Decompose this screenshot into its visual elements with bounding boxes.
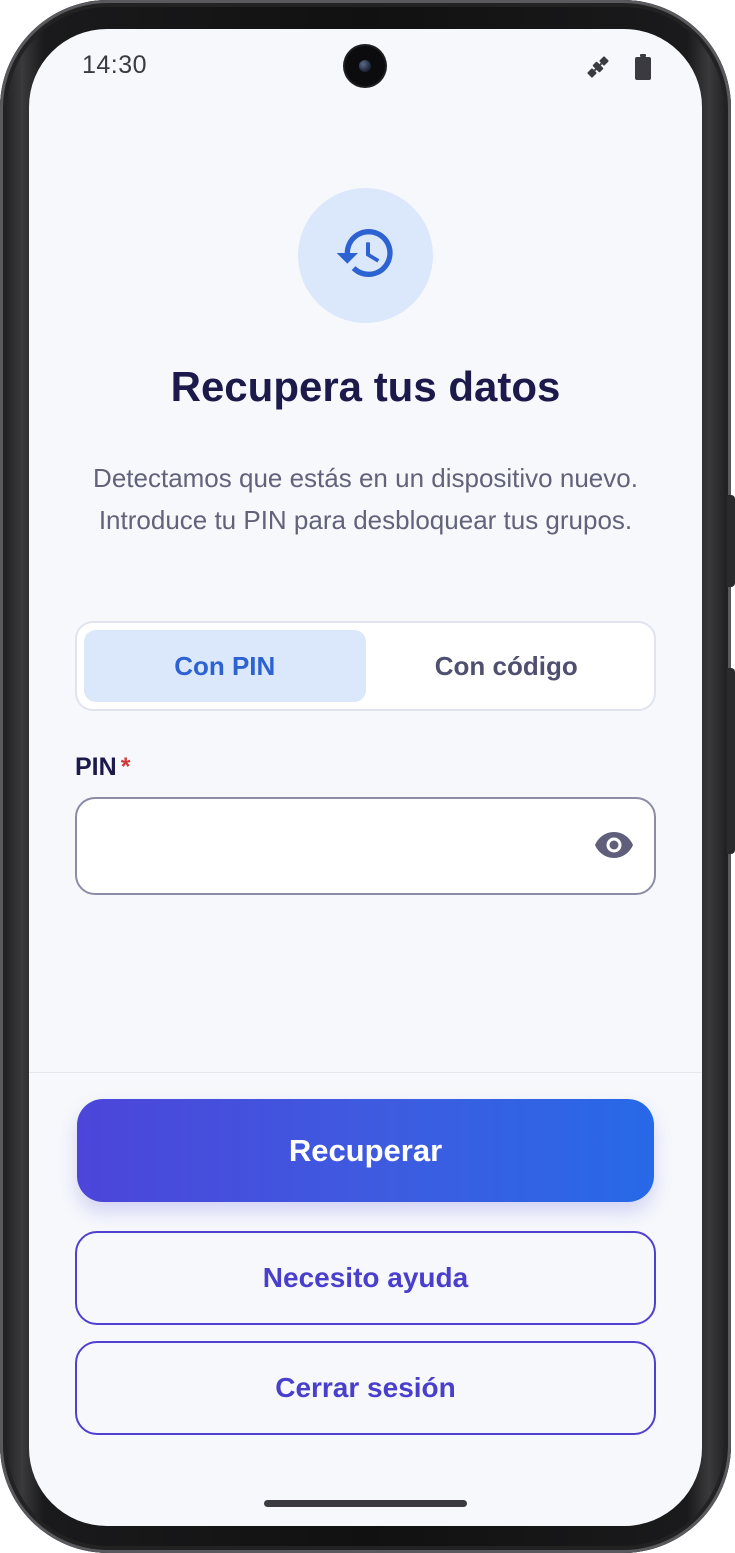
toggle-visibility-button[interactable] (594, 827, 634, 867)
recovery-method-tabs: Con PIN Con código (75, 621, 656, 711)
tab-con-pin[interactable]: Con PIN (84, 630, 366, 702)
satellite-icon (584, 53, 612, 86)
pin-field (75, 797, 656, 895)
eye-icon (594, 831, 634, 864)
recover-button[interactable]: Recuperar (77, 1099, 654, 1202)
volume-button (727, 668, 735, 854)
required-mark: * (120, 753, 131, 781)
home-indicator[interactable] (264, 1500, 467, 1507)
power-button (727, 495, 735, 587)
history-icon (334, 221, 398, 290)
pin-label-text: PIN (75, 753, 117, 781)
logout-button[interactable]: Cerrar sesión (75, 1341, 656, 1435)
need-help-button[interactable]: Necesito ayuda (75, 1231, 656, 1325)
pin-label: PIN * (75, 753, 130, 782)
pin-input[interactable] (97, 799, 577, 892)
front-camera (345, 46, 385, 86)
hero-icon-circle (298, 188, 433, 323)
page-title: Recupera tus datos (170, 363, 561, 410)
footer-divider (29, 1072, 702, 1073)
phone-frame: 14:30 Recupera tus datos Detectamos que … (0, 0, 735, 1553)
status-time: 14:30 (82, 51, 148, 79)
screen: 14:30 Recupera tus datos Detectamos que … (29, 29, 702, 1526)
battery-icon (634, 54, 652, 85)
status-icons (584, 53, 652, 86)
page-subtitle: Detectamos que estás en un dispositivo n… (93, 463, 638, 535)
tab-con-codigo[interactable]: Con código (366, 630, 648, 702)
